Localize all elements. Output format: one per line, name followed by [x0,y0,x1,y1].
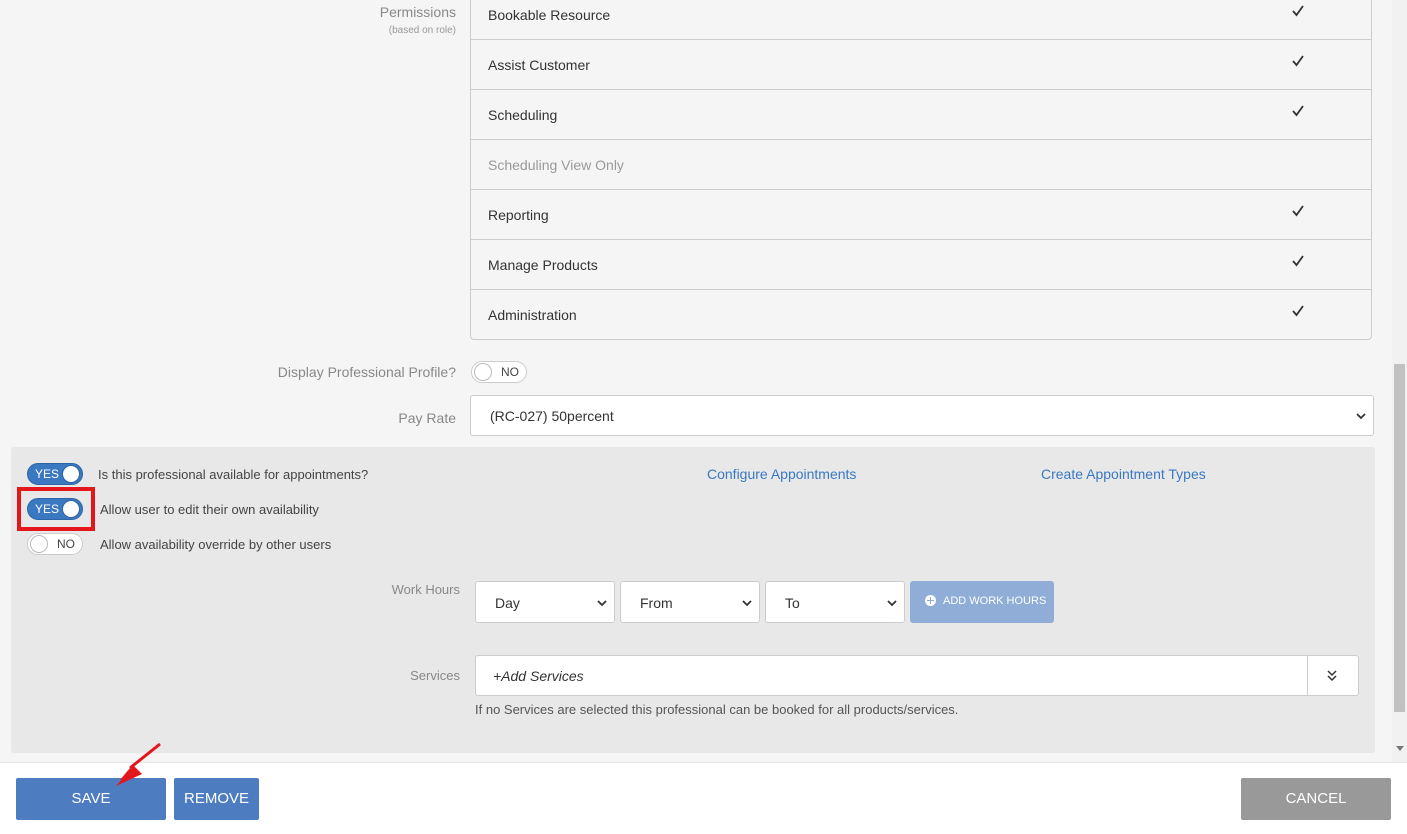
availability-override-toggle[interactable]: NO [27,533,83,555]
display-profile-label: Display Professional Profile? [277,364,456,380]
day-select-value: Day [495,595,520,611]
check-icon [1292,205,1304,217]
permission-name: Scheduling [488,107,558,123]
permission-name: Manage Products [488,257,598,273]
permission-name: Bookable Resource [488,7,611,23]
services-label: Services [410,668,460,683]
services-multiselect[interactable]: +Add Services [475,655,1359,696]
red-arrow-annotation-icon [116,742,161,786]
pay-rate-value: (RC-027) 50percent [490,408,614,424]
availability-override-text: Allow availability override by other use… [100,537,332,552]
scroll-down-arrow-icon[interactable] [1396,746,1404,751]
create-appointment-types-link[interactable]: Create Appointment Types [1041,466,1206,482]
page-scrollbar[interactable] [1392,0,1407,762]
permissions-sublabel: (based on role) [388,25,456,36]
toggle-text: YES [35,467,60,481]
double-chevron-down-icon [1327,670,1337,682]
permissions-label: Permissions [379,4,456,20]
available-for-appointments-toggle[interactable]: YES [27,463,83,485]
remove-button[interactable]: REMOVE [174,778,259,820]
check-icon [1292,55,1304,67]
chevron-down-icon [597,600,607,607]
add-work-hours-button[interactable]: ADD WORK HOURS [910,581,1054,623]
pay-rate-label: Pay Rate [398,410,456,426]
configure-appointments-link[interactable]: Configure Appointments [707,466,856,482]
permission-row-manage-products[interactable]: Manage Products [471,240,1371,290]
highlight-annotation [17,487,95,531]
permission-row-bookable-resource[interactable]: Bookable Resource [471,0,1371,40]
permission-name: Reporting [488,207,549,223]
from-select-value: From [640,595,673,611]
pay-rate-select[interactable]: (RC-027) 50percent [470,395,1374,436]
services-dropdown-toggle[interactable] [1308,656,1358,695]
permission-row-scheduling-view-only[interactable]: Scheduling View Only [471,140,1371,190]
permission-row-reporting[interactable]: Reporting [471,190,1371,240]
chevron-down-icon [742,600,752,607]
permission-name: Administration [488,307,577,323]
plus-circle-icon [925,595,936,606]
work-hours-to-select[interactable]: To [765,581,905,623]
toggle-text: NO [501,365,519,379]
cancel-button[interactable]: CANCEL [1241,778,1391,820]
permission-row-administration[interactable]: Administration [471,290,1371,340]
work-hours-label: Work Hours [391,582,460,597]
permissions-table: Bookable Resource Assist Customer Schedu… [470,0,1372,340]
toggle-text: NO [57,537,75,551]
check-icon [1292,305,1304,317]
display-profile-toggle[interactable]: NO [471,361,527,383]
permission-row-scheduling[interactable]: Scheduling [471,90,1371,140]
work-hours-from-select[interactable]: From [620,581,760,623]
permission-name: Assist Customer [488,57,590,73]
edit-own-availability-text: Allow user to edit their own availabilit… [100,502,319,517]
permission-name: Scheduling View Only [488,157,624,173]
check-icon [1292,255,1304,267]
available-for-appointments-text: Is this professional available for appoi… [98,467,369,482]
add-work-hours-label: ADD WORK HOURS [943,595,1047,607]
toggle-knob [62,465,80,483]
chevron-down-icon [887,600,897,607]
services-placeholder: +Add Services [493,668,584,684]
scrollbar-thumb[interactable] [1394,364,1405,712]
check-icon [1292,105,1304,117]
to-select-value: To [785,595,800,611]
check-icon [1292,5,1304,17]
toggle-knob [30,535,48,553]
work-hours-day-select[interactable]: Day [475,581,615,623]
permission-row-assist-customer[interactable]: Assist Customer [471,40,1371,90]
services-hint: If no Services are selected this profess… [475,702,959,717]
toggle-knob [474,363,492,381]
chevron-down-icon [1356,413,1366,420]
